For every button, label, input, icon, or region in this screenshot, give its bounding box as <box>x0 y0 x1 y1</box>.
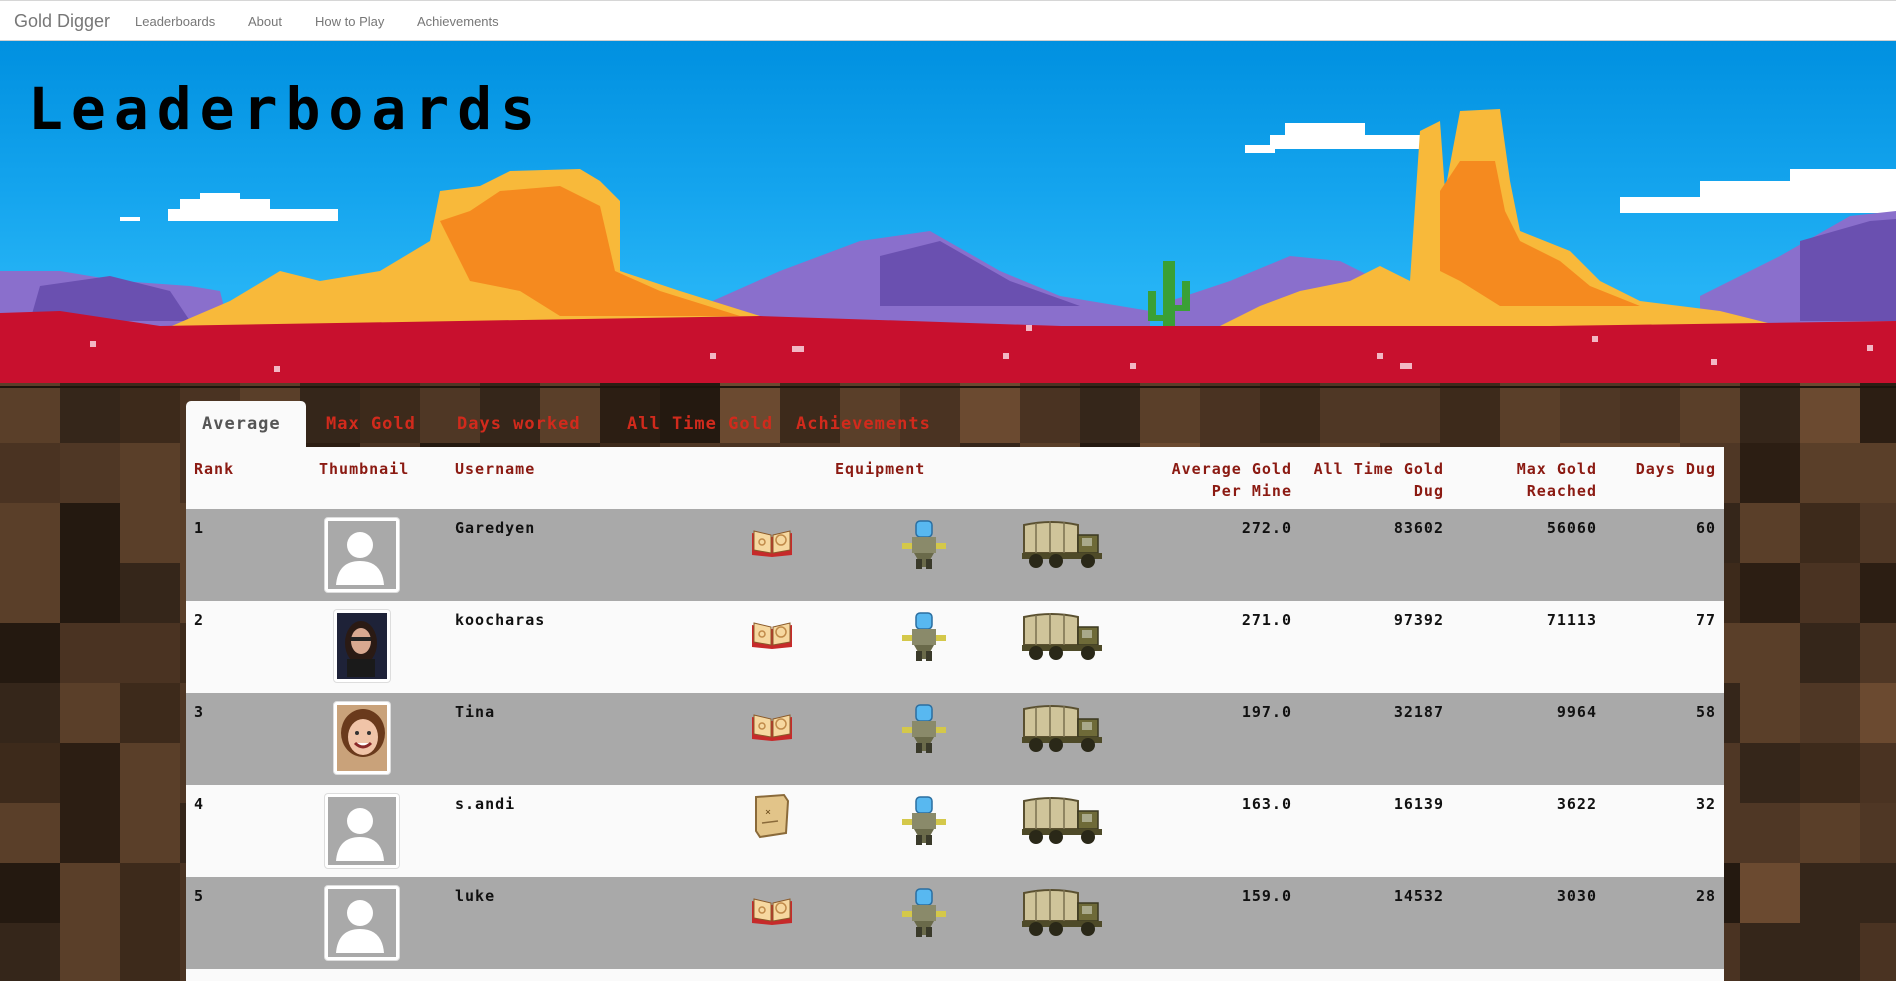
column-header-max-gold-line1: Max Gold <box>1516 460 1597 478</box>
avatar[interactable] <box>333 701 391 775</box>
average-gold-cell: 272.0 <box>1241 519 1292 537</box>
column-header-username[interactable]: Username <box>455 458 535 480</box>
drill-robot-icon <box>900 703 948 759</box>
column-header-all-time-gold[interactable]: All Time Gold Dug <box>1286 458 1444 502</box>
page-title: Leaderboards <box>28 75 544 143</box>
max-gold-cell: 56060 <box>1546 519 1597 537</box>
drill-robot-icon <box>900 519 948 575</box>
column-header-rank[interactable]: Rank <box>194 458 234 480</box>
wagon-truck-icon <box>1022 885 1106 943</box>
max-gold-cell: 3622 <box>1556 795 1597 813</box>
column-header-days-dug[interactable]: Days Dug <box>1586 458 1716 480</box>
column-header-average-gold-line2: Per Mine <box>1211 482 1292 500</box>
spellbook-icon <box>750 615 794 655</box>
leaderboard-tabs: Average Max Gold Days worked All Time Go… <box>186 401 1724 447</box>
spellbook-icon <box>750 523 794 563</box>
column-header-thumbnail: Thumbnail <box>319 460 410 478</box>
hero-banner: Leaderboards <box>0 41 1896 383</box>
wagon-truck-icon <box>1022 609 1106 667</box>
max-gold-cell: 71113 <box>1546 611 1597 629</box>
days-dug-cell: 60 <box>1695 519 1716 537</box>
column-header-average-gold-line1: Average Gold <box>1171 460 1292 478</box>
nav-link-about[interactable]: About <box>248 14 282 29</box>
avatar[interactable] <box>324 517 400 593</box>
nav-link-achievements[interactable]: Achievements <box>417 14 499 29</box>
tab-days-worked[interactable]: Days worked <box>441 401 597 447</box>
top-navbar: Gold Digger Leaderboards About How to Pl… <box>0 0 1896 41</box>
column-header-max-gold-line2: Reached <box>1526 482 1597 500</box>
table-row[interactable]: 1 Garedyen 272.0 83602 56060 60 <box>186 509 1724 601</box>
tab-max-gold[interactable]: Max Gold <box>310 401 432 447</box>
tab-achievements[interactable]: Achievements <box>780 401 947 447</box>
rank-cell: 4 <box>194 795 205 813</box>
average-gold-cell: 163.0 <box>1241 795 1292 813</box>
leaderboard-table: Rank Thumbnail Username Equipment Averag… <box>186 447 1724 981</box>
all-time-gold-cell: 83602 <box>1393 519 1444 537</box>
treasure-map-icon: × <box>750 793 794 843</box>
wagon-truck-icon <box>1022 793 1106 851</box>
spellbook-icon <box>750 891 794 931</box>
svg-text:×: × <box>765 807 771 818</box>
column-header-all-time-gold-line2: Dug <box>1413 482 1444 500</box>
divider <box>0 386 1896 388</box>
avatar[interactable] <box>333 609 391 683</box>
nav-link-how-to-play[interactable]: How to Play <box>315 14 384 29</box>
table-row[interactable]: 2 koocharas 271.0 97392 71113 77 <box>186 601 1724 693</box>
column-header-all-time-gold-line1: All Time Gold <box>1313 460 1444 478</box>
average-gold-cell: 197.0 <box>1241 703 1292 721</box>
days-dug-cell: 77 <box>1695 611 1716 629</box>
wagon-truck-icon <box>1022 701 1106 759</box>
tab-average[interactable]: Average <box>186 401 306 447</box>
column-header-equipment: Equipment <box>835 460 926 478</box>
all-time-gold-cell: 14532 <box>1393 887 1444 905</box>
rank-cell: 5 <box>194 887 205 905</box>
drill-robot-icon <box>900 611 948 667</box>
brand-logo-link[interactable]: Gold Digger <box>14 11 110 32</box>
avatar[interactable] <box>324 793 400 869</box>
wagon-truck-icon <box>1022 517 1106 575</box>
rank-cell: 1 <box>194 519 205 537</box>
avatar[interactable] <box>324 885 400 961</box>
average-gold-cell: 271.0 <box>1241 611 1292 629</box>
column-header-max-gold[interactable]: Max Gold Reached <box>1446 458 1597 502</box>
drill-robot-icon <box>900 887 948 943</box>
all-time-gold-cell: 97392 <box>1393 611 1444 629</box>
table-row[interactable]: 3 Tina 197.0 32187 9964 58 <box>186 693 1724 785</box>
all-time-gold-cell: 32187 <box>1393 703 1444 721</box>
column-header-average-gold[interactable]: Average Gold Per Mine <box>1136 458 1292 502</box>
username-link[interactable]: s.andi <box>455 795 515 813</box>
average-gold-cell: 159.0 <box>1241 887 1292 905</box>
leaderboard-panel: Average Max Gold Days worked All Time Go… <box>186 401 1724 981</box>
spellbook-icon <box>750 707 794 747</box>
rank-cell: 2 <box>194 611 205 629</box>
username-link[interactable]: Garedyen <box>455 519 535 537</box>
table-row <box>186 969 1724 981</box>
days-dug-cell: 58 <box>1695 703 1716 721</box>
tab-all-time-gold[interactable]: All Time Gold <box>611 401 789 447</box>
username-link[interactable]: koocharas <box>455 611 545 629</box>
days-dug-cell: 32 <box>1695 795 1716 813</box>
max-gold-cell: 9964 <box>1556 703 1597 721</box>
days-dug-cell: 28 <box>1695 887 1716 905</box>
all-time-gold-cell: 16139 <box>1393 795 1444 813</box>
username-link[interactable]: luke <box>455 887 495 905</box>
nav-link-leaderboards[interactable]: Leaderboards <box>135 14 215 29</box>
drill-robot-icon <box>900 795 948 851</box>
max-gold-cell: 3030 <box>1556 887 1597 905</box>
username-link[interactable]: Tina <box>455 703 495 721</box>
rank-cell: 3 <box>194 703 205 721</box>
table-header: Rank Thumbnail Username Equipment Averag… <box>186 447 1724 509</box>
table-row[interactable]: 5 luke 159.0 14532 3030 28 <box>186 877 1724 969</box>
table-row[interactable]: 4 s.andi × 163.0 16139 3622 32 <box>186 785 1724 877</box>
